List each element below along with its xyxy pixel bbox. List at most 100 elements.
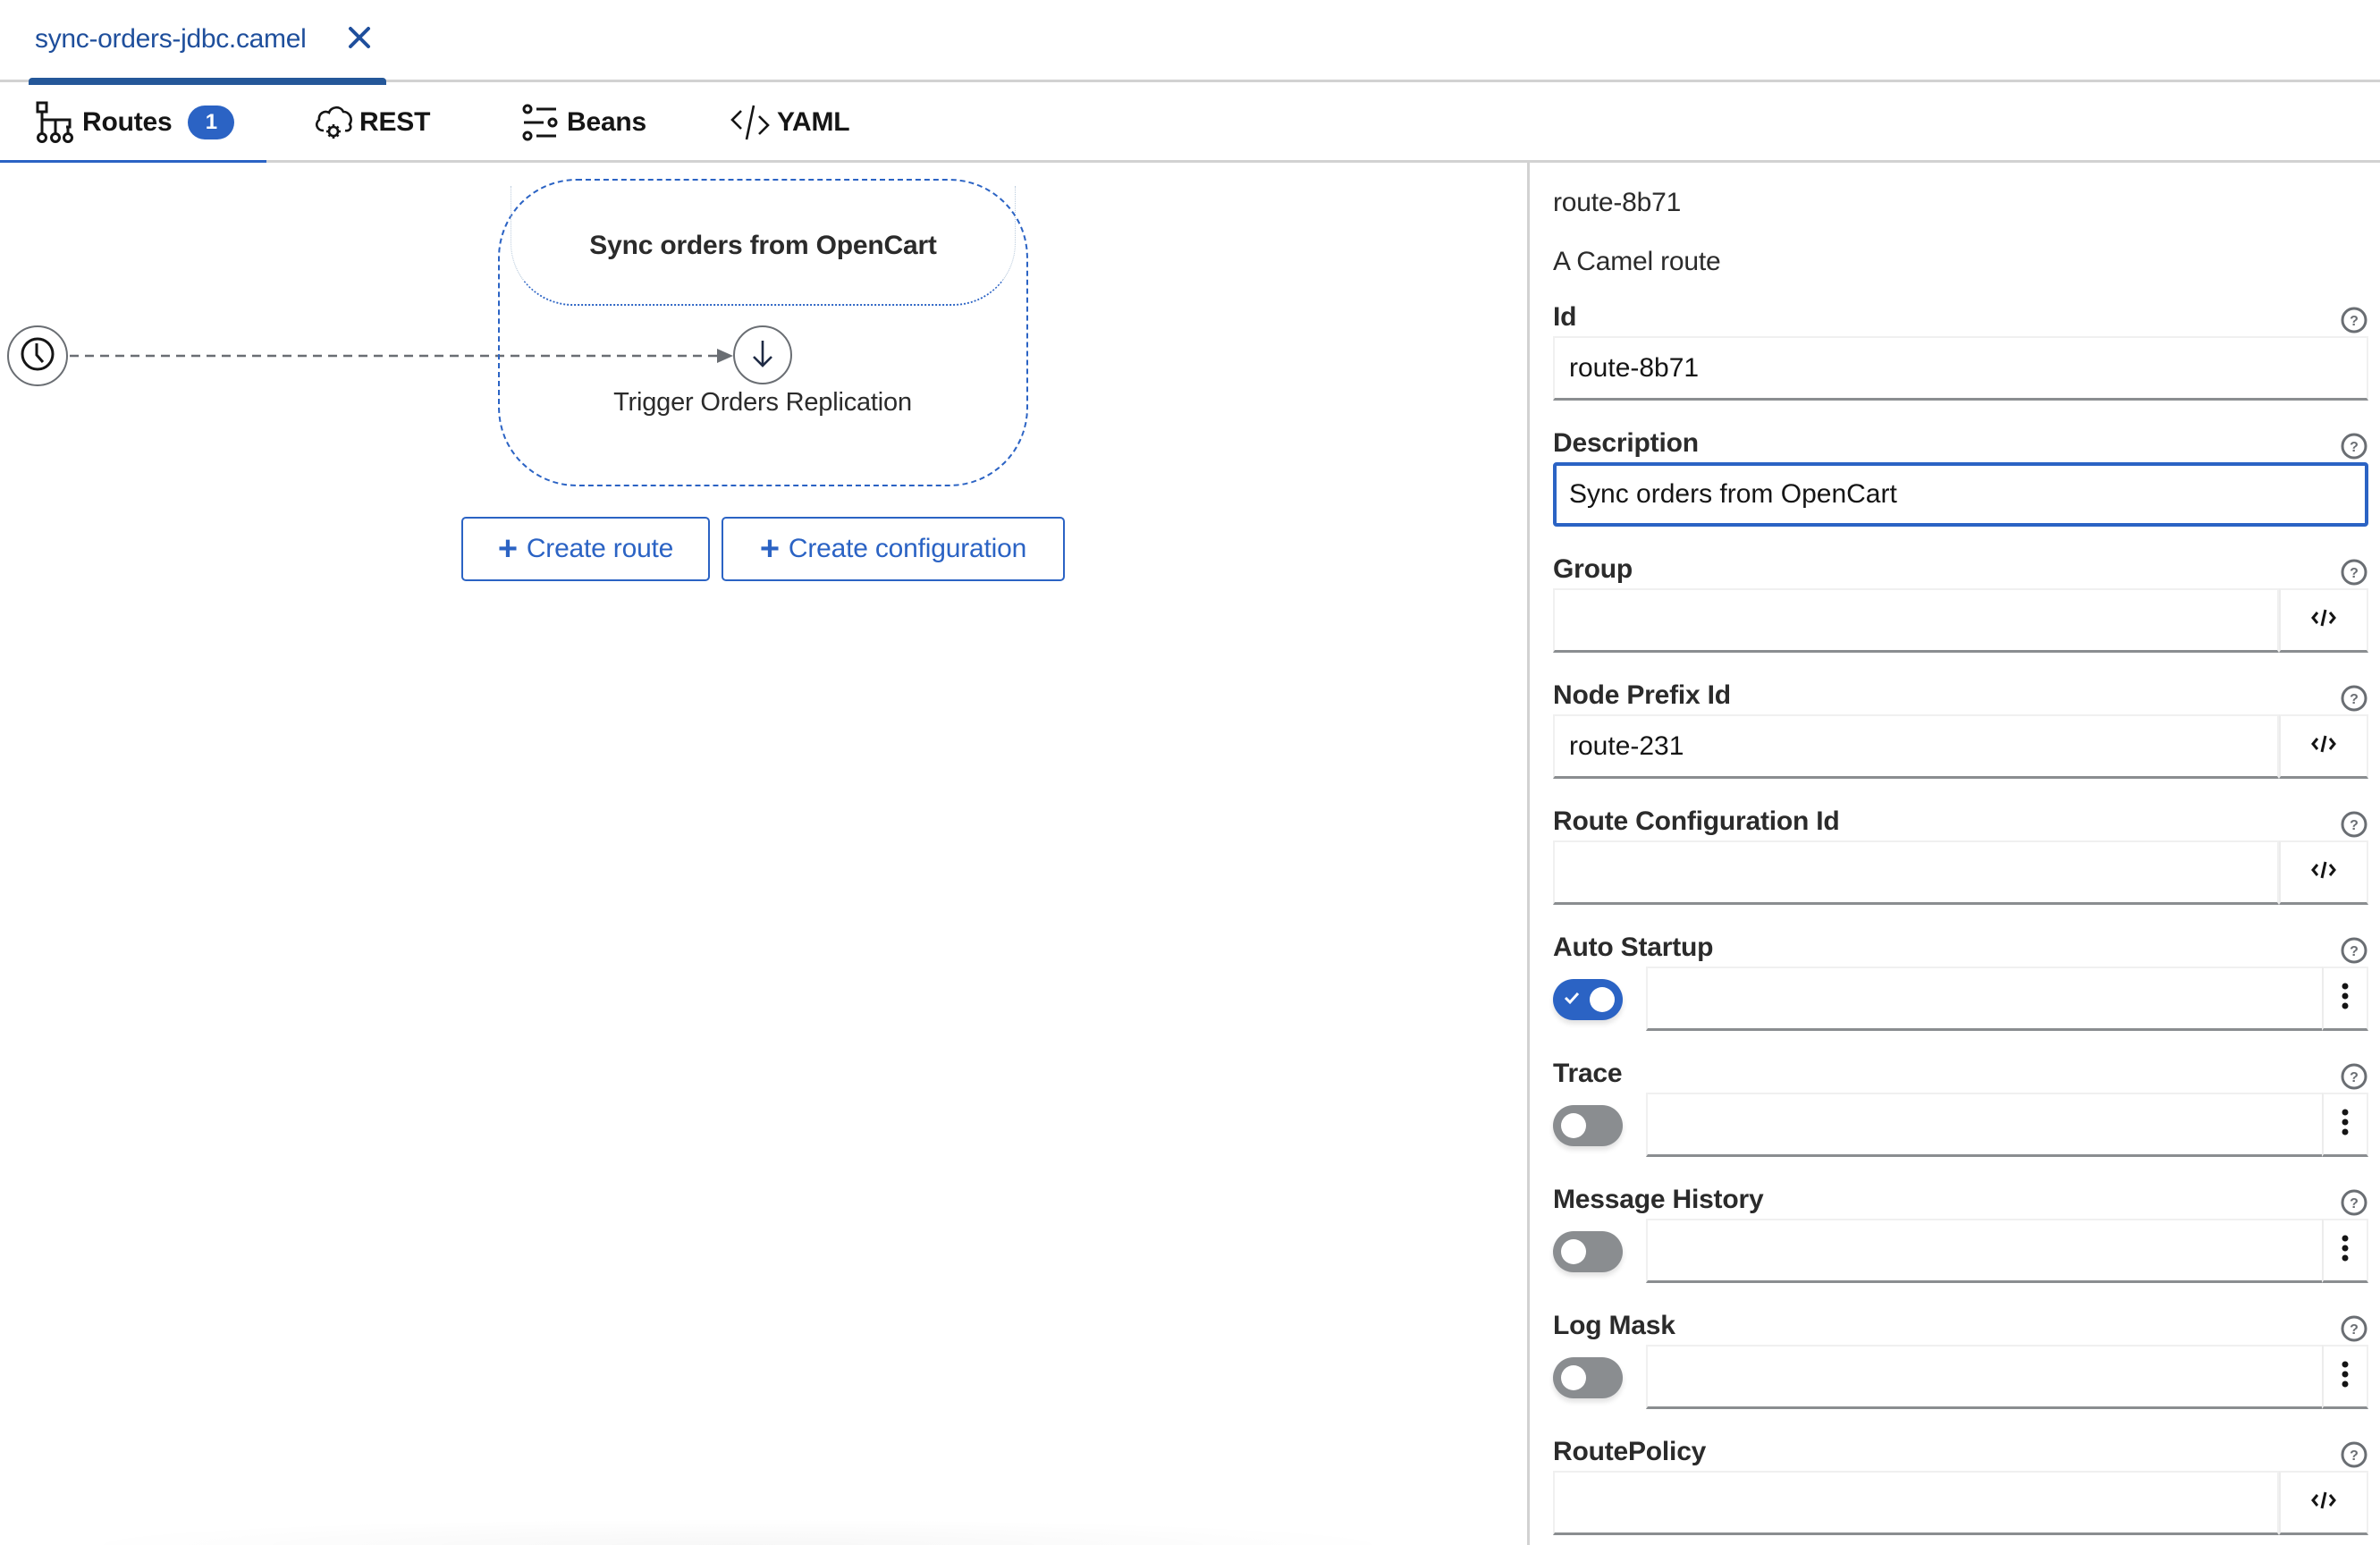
routes-icon: [34, 100, 79, 145]
svg-text:?: ?: [2350, 818, 2359, 833]
step-label[interactable]: Trigger Orders Replication: [494, 388, 1031, 418]
tab-routes-label: Routes: [82, 107, 173, 137]
clock-icon: [18, 334, 57, 378]
tab-rest[interactable]: REST: [311, 82, 430, 163]
create-route-button[interactable]: + Create route: [461, 517, 710, 581]
code-icon: [2310, 1490, 2337, 1515]
create-route-label: Create route: [526, 534, 674, 563]
route-canvas[interactable]: Sync orders from OpenCart Trigger Orders…: [0, 163, 1529, 1545]
tab-beans-label: Beans: [567, 107, 647, 137]
field-options-button[interactable]: [2322, 1219, 2368, 1283]
field-auto-startup-label: Auto Startup: [1553, 933, 1714, 962]
code-icon: [2310, 859, 2337, 885]
code-icon: [2310, 607, 2337, 633]
log-mask-input[interactable]: [1646, 1345, 2324, 1409]
svg-text:?: ?: [2350, 692, 2359, 707]
field-group-label: Group: [1553, 554, 1633, 584]
file-tab[interactable]: sync-orders-jdbc.camel: [29, 0, 386, 85]
timer-start-node[interactable]: [7, 325, 68, 386]
routes-count-badge: 1: [188, 106, 235, 139]
help-icon[interactable]: ?: [2340, 306, 2368, 334]
code-icon: [729, 100, 773, 145]
close-icon[interactable]: [342, 20, 377, 55]
beans-sliders-icon: [519, 100, 563, 145]
message-history-input[interactable]: [1646, 1219, 2324, 1283]
field-message-history-label: Message History: [1553, 1185, 1764, 1214]
help-icon[interactable]: ?: [2340, 1188, 2368, 1217]
check-icon: [1564, 992, 1580, 1005]
tab-yaml[interactable]: YAML: [729, 82, 850, 163]
help-icon[interactable]: ?: [2340, 1440, 2368, 1469]
tab-routes[interactable]: Routes 1: [0, 82, 268, 165]
plus-icon: +: [497, 530, 518, 568]
svg-text:?: ?: [2350, 1322, 2359, 1338]
field-options-button[interactable]: [2322, 1345, 2368, 1409]
kebab-icon: [2341, 1360, 2350, 1393]
tab-yaml-label: YAML: [777, 107, 850, 137]
panel-subtitle: A Camel route: [1553, 247, 1721, 276]
expression-toggle-button[interactable]: [2279, 840, 2368, 905]
expression-toggle-button[interactable]: [2279, 588, 2368, 653]
field-description-label: Description: [1553, 428, 1699, 458]
properties-panel: route-8b71 A Camel route Id ? route-8b71…: [1527, 163, 2380, 1545]
group-input[interactable]: [1553, 588, 2279, 653]
expression-toggle-button[interactable]: [2279, 714, 2368, 779]
field-trace-label: Trace: [1553, 1059, 1623, 1088]
expression-toggle-button[interactable]: [2279, 1471, 2368, 1535]
toggle-knob: [1561, 1113, 1586, 1138]
auto-startup-input[interactable]: [1646, 967, 2324, 1031]
node-prefix-id-input[interactable]: route-231: [1553, 714, 2279, 779]
create-configuration-label: Create configuration: [788, 534, 1027, 563]
route-configuration-id-input[interactable]: [1553, 840, 2279, 905]
field-options-button[interactable]: [2322, 967, 2368, 1031]
file-tab-bar: sync-orders-jdbc.camel: [0, 0, 2380, 85]
toggle-knob: [1561, 1239, 1586, 1264]
field-route-configuration-id-label: Route Configuration Id: [1553, 806, 1840, 836]
kebab-icon: [2341, 1234, 2350, 1267]
id-input[interactable]: route-8b71: [1553, 336, 2368, 401]
view-tabs: Routes 1 REST Beans YAML: [0, 82, 2380, 165]
kebab-icon: [2341, 1108, 2350, 1141]
code-icon: [2310, 733, 2337, 759]
help-icon[interactable]: ?: [2340, 1062, 2368, 1091]
tab-rest-label: REST: [359, 107, 431, 137]
svg-text:?: ?: [2350, 1070, 2359, 1085]
canvas-shadow: [54, 1518, 1422, 1545]
field-log-mask-label: Log Mask: [1553, 1311, 1675, 1340]
message-history-toggle[interactable]: [1553, 1231, 1623, 1272]
field-id-label: Id: [1553, 302, 1577, 332]
route-policy-input[interactable]: [1553, 1471, 2279, 1535]
help-icon[interactable]: ?: [2340, 936, 2368, 965]
trace-toggle[interactable]: [1553, 1105, 1623, 1146]
help-icon[interactable]: ?: [2340, 1314, 2368, 1343]
description-input[interactable]: Sync orders from OpenCart: [1553, 462, 2368, 527]
field-route-policy-label: RoutePolicy: [1553, 1437, 1707, 1466]
svg-text:?: ?: [2350, 314, 2359, 329]
route-group-header[interactable]: Sync orders from OpenCart: [511, 186, 1016, 306]
help-icon[interactable]: ?: [2340, 684, 2368, 713]
tab-beans[interactable]: Beans: [519, 82, 646, 163]
step-node[interactable]: [733, 325, 792, 384]
svg-text:?: ?: [2350, 566, 2359, 581]
toggle-knob: [1590, 987, 1615, 1012]
log-mask-toggle[interactable]: [1553, 1357, 1623, 1398]
plus-icon: +: [759, 530, 780, 568]
file-tab-label[interactable]: sync-orders-jdbc.camel: [35, 24, 307, 55]
arrow-down-icon: [745, 335, 781, 376]
create-configuration-button[interactable]: + Create configuration: [722, 517, 1065, 581]
svg-text:?: ?: [2350, 1196, 2359, 1212]
route-group-title: Sync orders from OpenCart: [589, 231, 937, 260]
svg-text:?: ?: [2350, 944, 2359, 959]
cloud-gear-icon: [311, 100, 356, 145]
svg-text:?: ?: [2350, 440, 2359, 455]
toggle-knob: [1561, 1365, 1586, 1390]
panel-title: route-8b71: [1553, 188, 1682, 217]
auto-startup-toggle[interactable]: [1553, 979, 1623, 1020]
svg-text:?: ?: [2350, 1448, 2359, 1464]
help-icon[interactable]: ?: [2340, 432, 2368, 460]
trace-input[interactable]: [1646, 1093, 2324, 1157]
help-icon[interactable]: ?: [2340, 810, 2368, 839]
field-options-button[interactable]: [2322, 1093, 2368, 1157]
kebab-icon: [2341, 982, 2350, 1015]
help-icon[interactable]: ?: [2340, 558, 2368, 587]
